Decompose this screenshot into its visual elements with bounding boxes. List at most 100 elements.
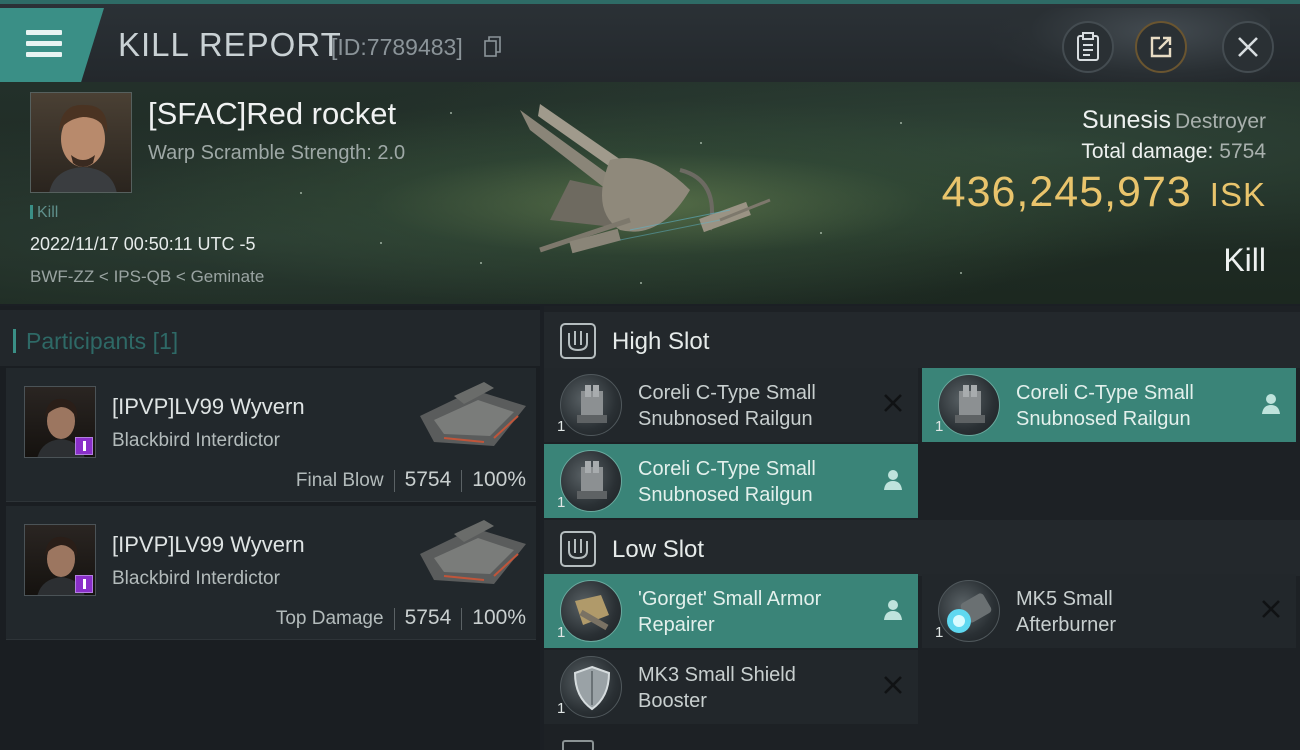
total-damage: Total damage: 5754 <box>1081 140 1266 164</box>
victim-portrait[interactable] <box>30 92 132 193</box>
participants-panel: Participants [1] [IPVP]LV99 Wyvern Black… <box>0 306 540 750</box>
dropped-person-icon <box>884 600 902 620</box>
participant-ship-image <box>420 520 526 584</box>
corp-role-badge-icon <box>75 437 93 455</box>
module-quantity: 1 <box>935 418 944 435</box>
destroyed-x-icon <box>884 676 902 694</box>
fitting-panel: High Slot 1 Coreli C-Type Small Snubnose… <box>544 306 1300 750</box>
kill-tag: Kill <box>30 204 58 222</box>
module-item[interactable]: 1 MK3 Small Shield Booster <box>544 650 918 724</box>
total-damage-value: 5754 <box>1219 140 1266 163</box>
participant-ship: Blackbird Interdictor <box>112 568 280 589</box>
victim-name[interactable]: [SFAC]Red rocket <box>148 96 396 132</box>
participant-blow-label: Final Blow <box>295 470 384 491</box>
dropped-person-icon <box>884 470 902 490</box>
high-slot-header: High Slot <box>544 312 1300 368</box>
participant-portrait <box>24 386 96 458</box>
participant-blow-label: Top Damage <box>275 608 384 629</box>
participant-ship: Blackbird Interdictor <box>112 430 280 451</box>
kill-datetime: 2022/11/17 00:50:11 UTC -5 <box>30 234 256 254</box>
close-icon <box>1238 37 1258 57</box>
isk-amount: 436,245,973 <box>941 168 1192 216</box>
corp-role-badge-icon <box>75 575 93 593</box>
participants-label: Participants <box>26 328 147 354</box>
railgun-icon <box>560 450 622 512</box>
share-icon <box>1150 36 1172 58</box>
clipboard-icon <box>1077 32 1099 61</box>
top-bar: KILL REPORT [ID:7789483] <box>0 0 1300 86</box>
isk-unit: ISK <box>1209 176 1266 213</box>
low-slot-icon <box>560 531 596 567</box>
participant-name: [IPVP]LV99 Wyvern <box>112 532 305 557</box>
module-name-line1: MK5 Small <box>1016 588 1113 610</box>
armor-repairer-icon <box>560 580 622 642</box>
module-name-line2: Booster <box>638 690 707 712</box>
participants-count: [1] <box>152 328 179 354</box>
participant-percent: 100% <box>472 468 526 491</box>
kill-result: Kill <box>1223 242 1266 278</box>
module-name-line1: Coreli C-Type Small <box>638 382 816 404</box>
ship-name: Sunesis <box>1082 106 1171 134</box>
participant-ship-image <box>420 382 526 446</box>
module-item[interactable]: 1 Coreli C-Type Small Snubnosed Railgun <box>544 444 918 518</box>
destroyed-x-icon <box>884 394 902 412</box>
module-quantity: 1 <box>935 624 944 641</box>
clipboard-button[interactable] <box>1062 21 1114 73</box>
module-name-line2: Repairer <box>638 614 715 636</box>
shield-booster-icon <box>560 656 622 718</box>
high-slot-label: High Slot <box>612 328 710 355</box>
module-item[interactable]: 1 MK5 Small Afterburner <box>922 574 1296 648</box>
menu-button[interactable] <box>0 8 104 82</box>
high-slot-icon <box>560 323 596 359</box>
low-slot-label: Low Slot <box>612 536 705 563</box>
module-item[interactable]: 1 Coreli C-Type Small Snubnosed Railgun <box>922 368 1296 442</box>
ship-class: Destroyer <box>1174 110 1266 133</box>
module-name-line2: Snubnosed Railgun <box>638 484 813 506</box>
module-quantity: 1 <box>557 418 566 435</box>
module-name: Coreli C-Type Small Snubnosed Railgun <box>638 380 868 432</box>
participant-name: [IPVP]LV99 Wyvern <box>112 394 305 419</box>
module-name: MK3 Small Shield Booster <box>638 662 868 714</box>
module-name-line2: Snubnosed Railgun <box>638 408 813 430</box>
module-quantity: 1 <box>557 700 566 717</box>
victim-ship[interactable]: Sunesis Destroyer <box>1082 106 1266 135</box>
participants-title: Participants [1] <box>12 328 179 355</box>
participant-card[interactable]: [IPVP]LV99 Wyvern Blackbird Interdictor … <box>6 506 536 640</box>
module-name-line1: MK3 Small Shield <box>638 664 796 686</box>
module-name-line1: Coreli C-Type Small <box>638 458 816 480</box>
share-button[interactable] <box>1135 21 1187 73</box>
module-quantity: 1 <box>557 624 566 641</box>
copy-icon[interactable] <box>484 36 502 58</box>
next-slot-icon <box>562 740 594 750</box>
participant-stats: Top Damage 5754 100% <box>276 606 526 630</box>
module-name: Coreli C-Type Small Snubnosed Railgun <box>638 456 868 508</box>
module-name-line2: Afterburner <box>1016 614 1117 636</box>
low-slot-header: Low Slot <box>544 520 1300 576</box>
participant-stats: Final Blow 5754 100% <box>296 468 526 492</box>
module-name-line2: Snubnosed Railgun <box>1016 408 1191 430</box>
page-title: KILL REPORT <box>118 26 342 63</box>
participant-damage: 5754 <box>404 606 452 629</box>
railgun-icon <box>560 374 622 436</box>
railgun-icon <box>938 374 1000 436</box>
total-damage-label: Total damage: <box>1081 140 1214 163</box>
victim-ship-image <box>520 104 771 254</box>
kill-location[interactable]: BWF-ZZ < IPS-QB < Geminate <box>30 267 264 287</box>
module-name: MK5 Small Afterburner <box>1016 586 1246 638</box>
report-id: [ID:7789483] <box>331 34 463 60</box>
module-quantity: 1 <box>557 494 566 511</box>
participant-damage: 5754 <box>404 468 452 491</box>
participant-card[interactable]: [IPVP]LV99 Wyvern Blackbird Interdictor … <box>6 368 536 502</box>
close-button[interactable] <box>1222 21 1274 73</box>
warp-scramble-strength: Warp Scramble Strength: 2.0 <box>148 142 406 164</box>
destroyed-x-icon <box>1262 600 1280 618</box>
module-name-line1: Coreli C-Type Small <box>1016 382 1194 404</box>
module-name: 'Gorget' Small Armor Repairer <box>638 586 868 638</box>
module-item[interactable]: 1 'Gorget' Small Armor Repairer <box>544 574 918 648</box>
module-name: Coreli C-Type Small Snubnosed Railgun <box>1016 380 1246 432</box>
module-item[interactable]: 1 Coreli C-Type Small Snubnosed Railgun <box>544 368 918 442</box>
afterburner-icon <box>938 580 1000 642</box>
participant-percent: 100% <box>472 606 526 629</box>
module-name-line1: 'Gorget' Small Armor <box>638 588 822 610</box>
participants-header: Participants [1] <box>0 310 540 366</box>
